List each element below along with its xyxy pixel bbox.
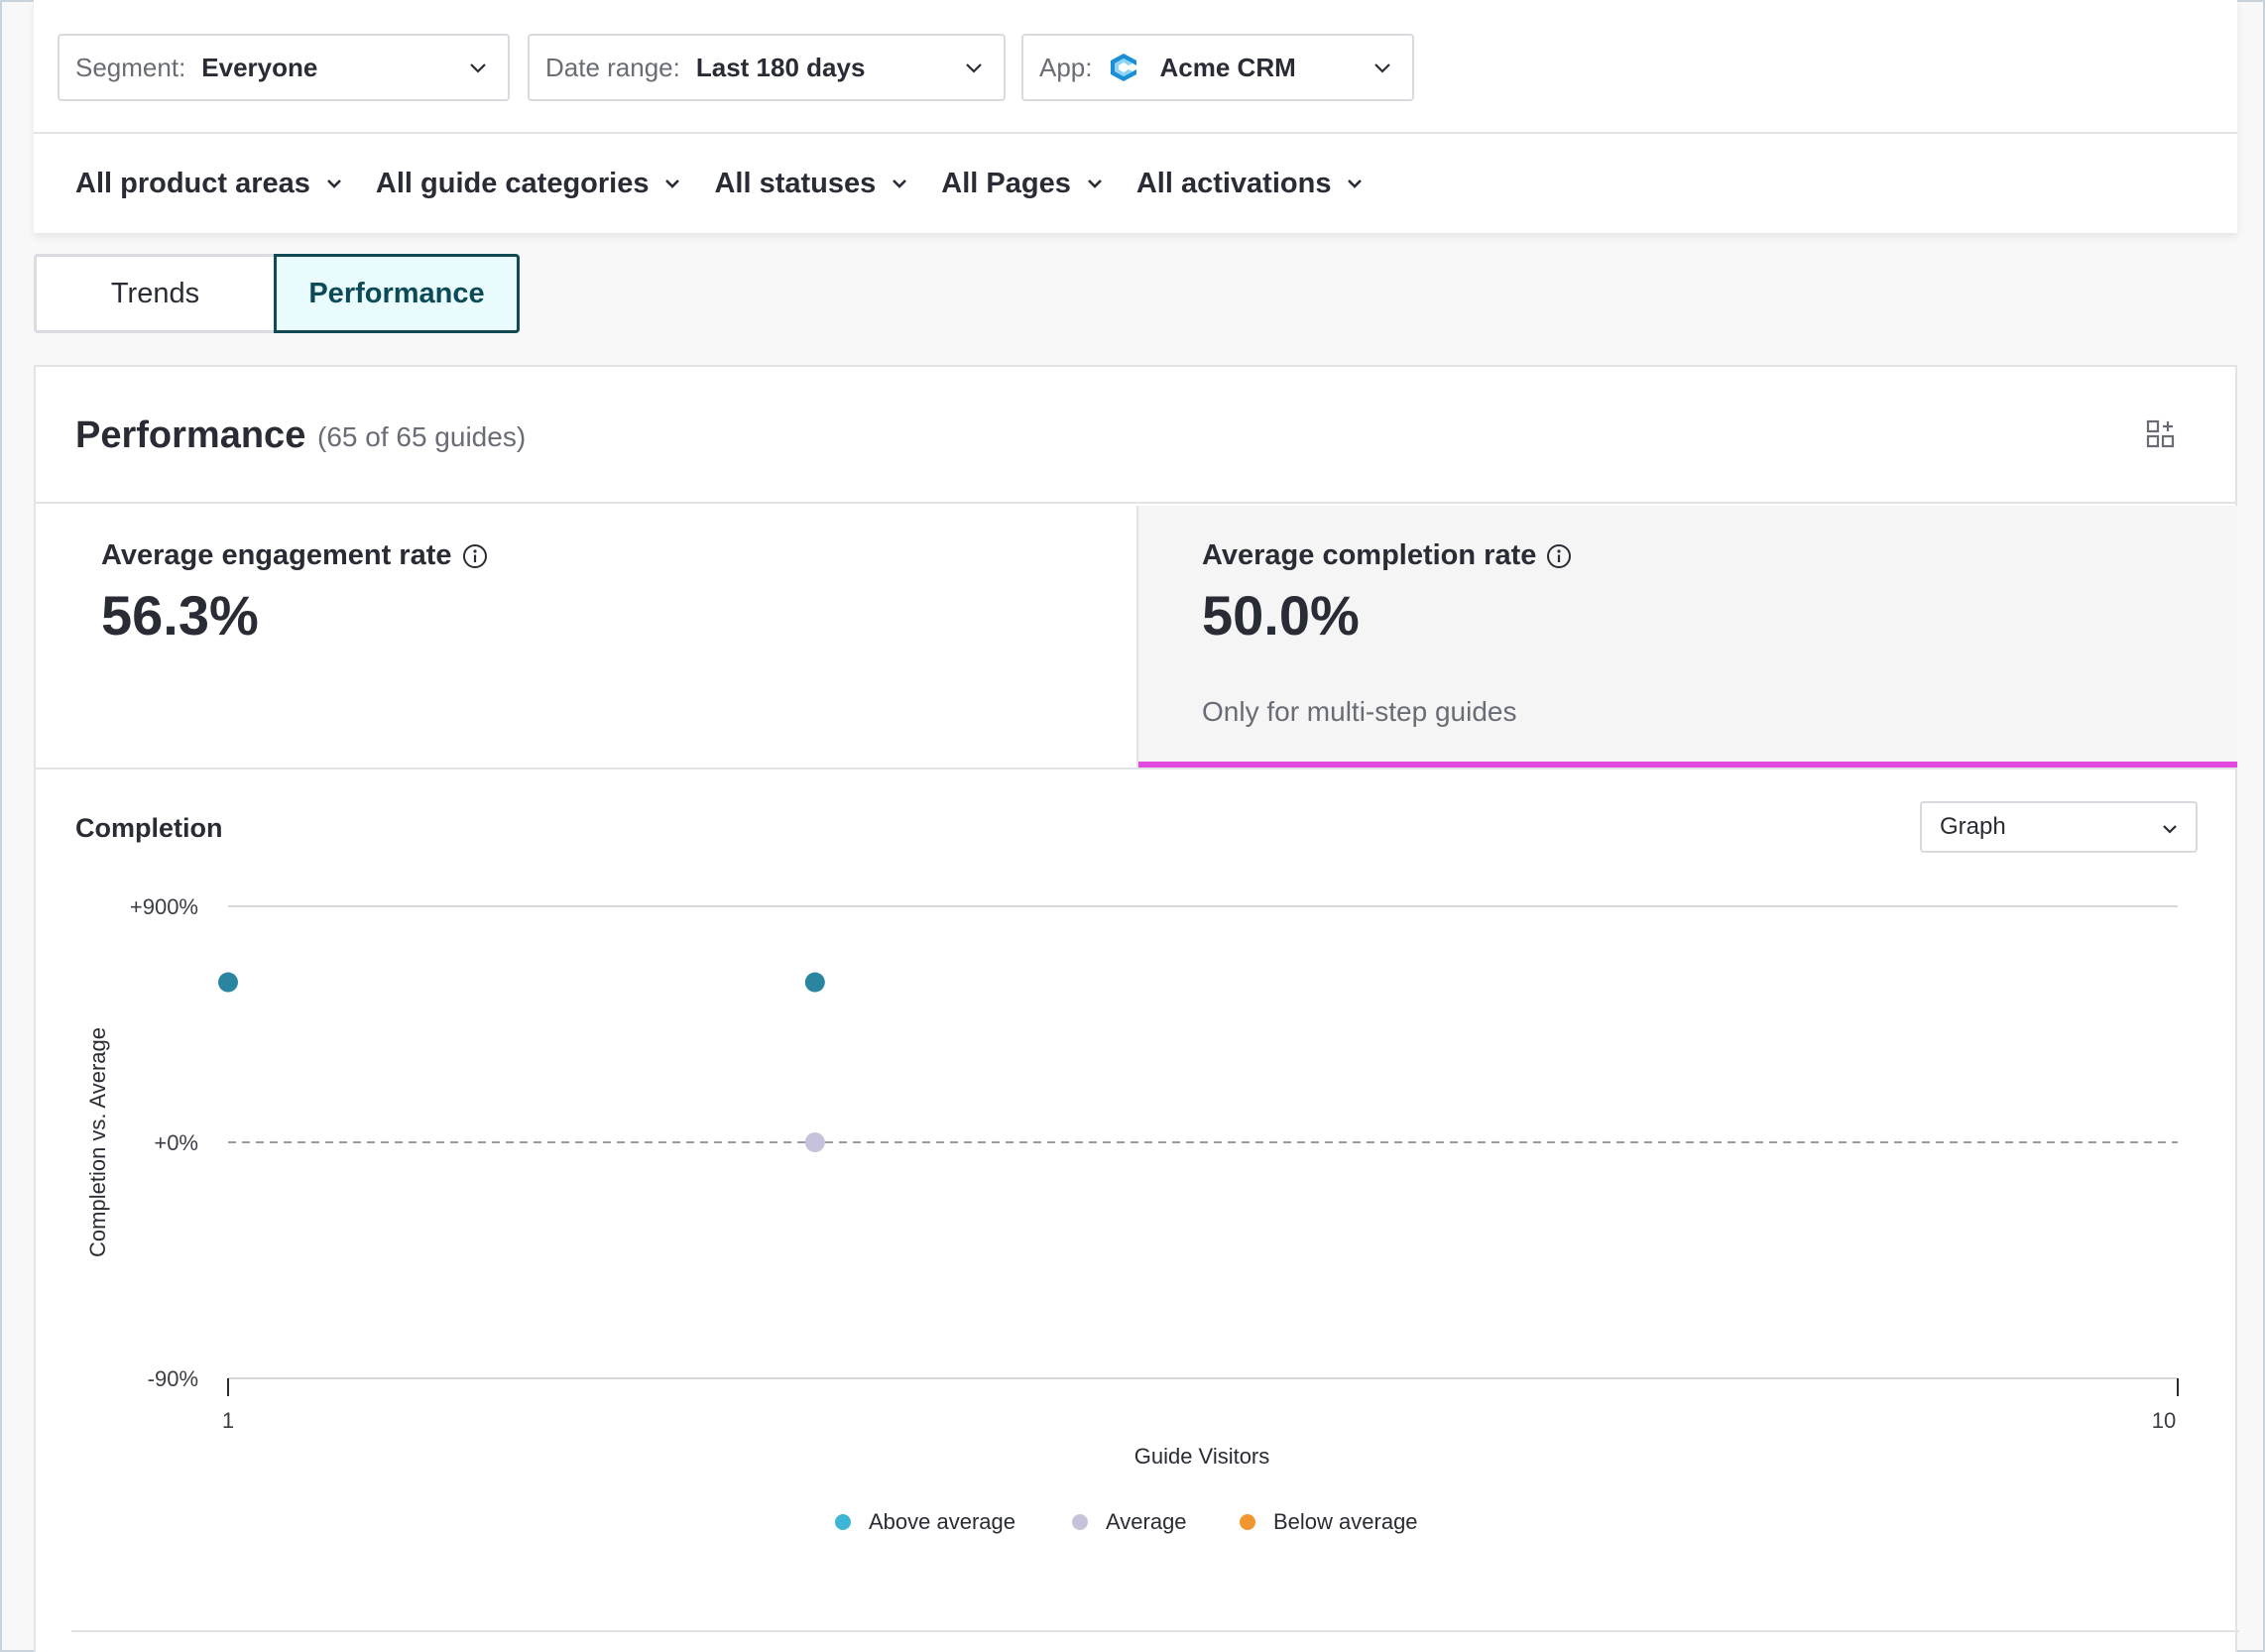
card-header: Performance (65 of 65 guides) xyxy=(36,367,2235,504)
pages-filter-label: All Pages xyxy=(941,167,1071,199)
statuses-filter[interactable]: All statuses xyxy=(714,168,909,200)
segment-dropdown-value: Everyone xyxy=(201,52,318,82)
tab-performance[interactable]: Performance xyxy=(274,254,520,333)
data-point xyxy=(804,972,825,993)
app-dropdown-value: Acme CRM xyxy=(1159,52,1296,82)
x-tick-label: 1 xyxy=(222,1408,234,1433)
chevron-down-icon xyxy=(966,63,982,73)
info-icon[interactable] xyxy=(462,543,488,569)
engagement-metric-label-row: Average engagement rate xyxy=(101,539,488,572)
guide-count: (65 of 65 guides) xyxy=(317,421,527,452)
completion-metric-label-row: Average completion rate xyxy=(1202,539,1572,572)
legend-label: Above average xyxy=(869,1509,1015,1534)
completion-scatter-chart: +900% +0% -90% 1 10 Guide Visitors Completion … xyxy=(85,894,2179,1534)
completion-metric-note: Only for multi-step guides xyxy=(1202,696,1517,727)
engagement-metric-label: Average engagement rate xyxy=(101,539,452,571)
app-dropdown[interactable]: App: Acme CRM xyxy=(1021,34,1414,101)
chevron-down-icon xyxy=(326,179,341,188)
tab-trends[interactable]: Trends xyxy=(34,254,274,333)
completion-metric-value: 50.0% xyxy=(1202,584,1360,647)
add-widget-icon[interactable] xyxy=(2146,419,2176,449)
performance-card: Performance (65 of 65 guides) Average en… xyxy=(34,365,2239,1652)
info-icon[interactable] xyxy=(1546,543,1572,569)
segment-dropdown-label: Segment: xyxy=(75,52,186,82)
chevron-down-icon xyxy=(470,63,486,73)
x-axis-title: Guide Visitors xyxy=(1134,1444,1270,1469)
chevron-down-icon xyxy=(893,179,907,188)
activations-filter-label: All activations xyxy=(1135,167,1332,199)
guide-categories-filter-label: All guide categories xyxy=(375,167,650,199)
chevron-down-icon xyxy=(665,179,680,188)
engagement-metric-value: 56.3% xyxy=(101,584,259,647)
product-areas-filter-label: All product areas xyxy=(75,167,310,199)
card-title: Performance xyxy=(75,414,306,456)
global-filters-row: Segment: Everyone Date range: Last 180 d… xyxy=(34,0,2237,134)
date-range-dropdown[interactable]: Date range: Last 180 days xyxy=(528,34,1006,101)
pages-filter[interactable]: All Pages xyxy=(941,168,1105,200)
data-point xyxy=(218,972,238,993)
legend-label: Below average xyxy=(1273,1509,1418,1534)
completion-chart-section: Completion Graph +900% +0% -90% 1 10 Guide Vi… xyxy=(36,767,2235,1630)
completion-metric-label: Average completion rate xyxy=(1202,539,1537,571)
activations-filter[interactable]: All activations xyxy=(1136,168,1366,200)
y-tick-label: +900% xyxy=(130,894,198,919)
chevron-down-icon xyxy=(1348,179,1363,188)
y-tick-label: +0% xyxy=(154,1130,198,1155)
product-areas-filter[interactable]: All product areas xyxy=(75,168,344,200)
date-range-dropdown-value: Last 180 days xyxy=(695,52,866,82)
view-tabs: Trends Performance xyxy=(34,254,520,333)
guide-categories-filter[interactable]: All guide categories xyxy=(376,168,683,200)
date-range-dropdown-label: Date range: xyxy=(545,52,680,82)
card-divider xyxy=(71,1630,2239,1632)
completion-metric[interactable]: Average completion rate 50.0% Only for m… xyxy=(1136,506,2237,767)
app-dropdown-label: App: xyxy=(1039,52,1093,82)
guide-filters-row: All product areas All guide categories A… xyxy=(34,134,2237,233)
x-tick-label: 10 xyxy=(2152,1408,2176,1433)
y-tick-label: -90% xyxy=(148,1366,198,1391)
filters-panel: Segment: Everyone Date range: Last 180 d… xyxy=(34,0,2237,233)
data-point xyxy=(804,1132,825,1152)
chevron-down-icon xyxy=(1087,179,1102,188)
legend-swatch xyxy=(1072,1514,1088,1530)
acme-crm-logo-icon xyxy=(1110,54,1136,81)
statuses-filter-label: All statuses xyxy=(714,167,877,199)
chevron-down-icon xyxy=(1374,63,1390,73)
legend-swatch xyxy=(1240,1514,1255,1530)
legend-swatch xyxy=(835,1514,851,1530)
legend-label: Average xyxy=(1106,1509,1187,1534)
segment-dropdown[interactable]: Segment: Everyone xyxy=(58,34,510,101)
y-axis-title: Completion vs. Average xyxy=(85,1027,110,1257)
engagement-metric[interactable]: Average engagement rate 56.3% xyxy=(36,506,1136,767)
